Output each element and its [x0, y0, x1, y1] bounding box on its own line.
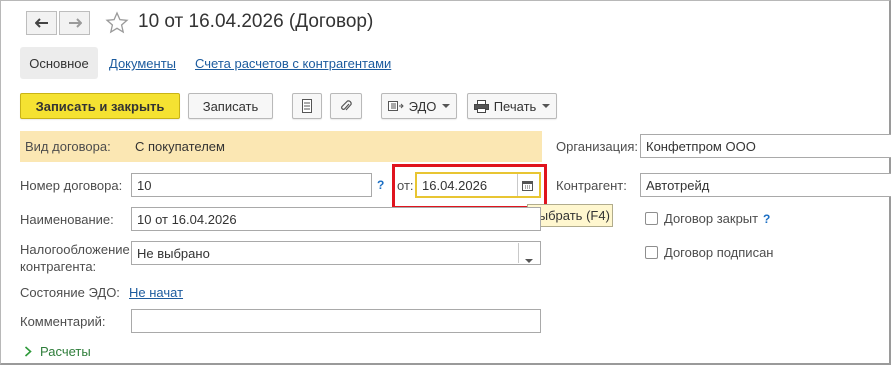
tab-documents[interactable]: Документы [109, 56, 176, 71]
forward-button[interactable] [59, 11, 90, 35]
save-button[interactable]: Записать [188, 93, 273, 119]
tax-select-divider [518, 243, 519, 263]
edo-button-label: ЭДО [408, 98, 437, 114]
name-field[interactable]: 10 от 16.04.2026 [131, 207, 541, 231]
tax-label-line2: контрагента: [20, 259, 97, 274]
contract-type-label: Вид договора: [25, 139, 111, 154]
attach-button[interactable] [330, 93, 362, 119]
name-label: Наименование: [20, 212, 114, 227]
arrow-left-icon [34, 18, 48, 28]
paperclip-icon [341, 100, 352, 111]
counterparty-label: Контрагент: [556, 178, 627, 193]
chevron-down-icon [442, 104, 451, 108]
organization-label: Организация: [556, 139, 639, 154]
contract-number-label: Номер договора: [20, 178, 123, 193]
organization-field[interactable]: Конфетпром ООО [640, 134, 891, 158]
tax-select-value: Не выбрано [137, 245, 210, 261]
comment-label: Комментарий: [20, 314, 106, 329]
printer-icon [473, 99, 489, 113]
contract-closed-checkbox[interactable] [645, 212, 658, 225]
comment-field[interactable] [131, 309, 541, 333]
tax-label-line1: Налогообложение [20, 242, 130, 257]
help-icon[interactable]: ? [377, 178, 384, 192]
list-icon [302, 99, 312, 113]
favorite-button[interactable] [105, 11, 129, 38]
edo-state-link[interactable]: Не начат [129, 285, 183, 300]
contract-signed-label: Договор подписан [664, 245, 774, 260]
star-icon [105, 11, 129, 34]
tab-main[interactable]: Основное [20, 47, 98, 79]
settlements-label: Расчеты [40, 344, 91, 359]
arrow-right-icon [68, 18, 82, 28]
chevron-down-icon [542, 104, 551, 108]
counterparty-field[interactable]: Автотрейд [640, 173, 891, 197]
tax-select-dropdown[interactable] [525, 251, 533, 266]
chevron-down-icon [525, 259, 533, 263]
contract-type-value[interactable]: С покупателем [132, 134, 228, 158]
back-button[interactable] [26, 11, 57, 35]
print-button-label: Печать [493, 98, 537, 114]
edo-icon [387, 101, 404, 111]
tab-settlement-accounts[interactable]: Счета расчетов с контрагентами [195, 56, 391, 71]
tax-select[interactable]: Не выбрано [131, 241, 541, 265]
contract-signed-checkbox[interactable] [645, 246, 658, 259]
chevron-right-icon [24, 346, 32, 357]
page-title: 10 от 16.04.2026 (Договор) [138, 11, 374, 32]
save-and-close-button[interactable]: Записать и закрыть [20, 93, 180, 119]
print-button[interactable]: Печать [467, 93, 557, 119]
contract-closed-label: Договор закрыт [664, 211, 759, 226]
help-icon[interactable]: ? [763, 212, 770, 226]
edo-button[interactable]: ЭДО [381, 93, 457, 119]
edo-state-label: Состояние ЭДО: [20, 285, 120, 300]
annotation-highlight-box [392, 164, 547, 209]
list-button[interactable] [292, 93, 322, 119]
settlements-section-toggle[interactable]: Расчеты [24, 344, 91, 359]
contract-number-field[interactable]: 10 [131, 173, 372, 197]
